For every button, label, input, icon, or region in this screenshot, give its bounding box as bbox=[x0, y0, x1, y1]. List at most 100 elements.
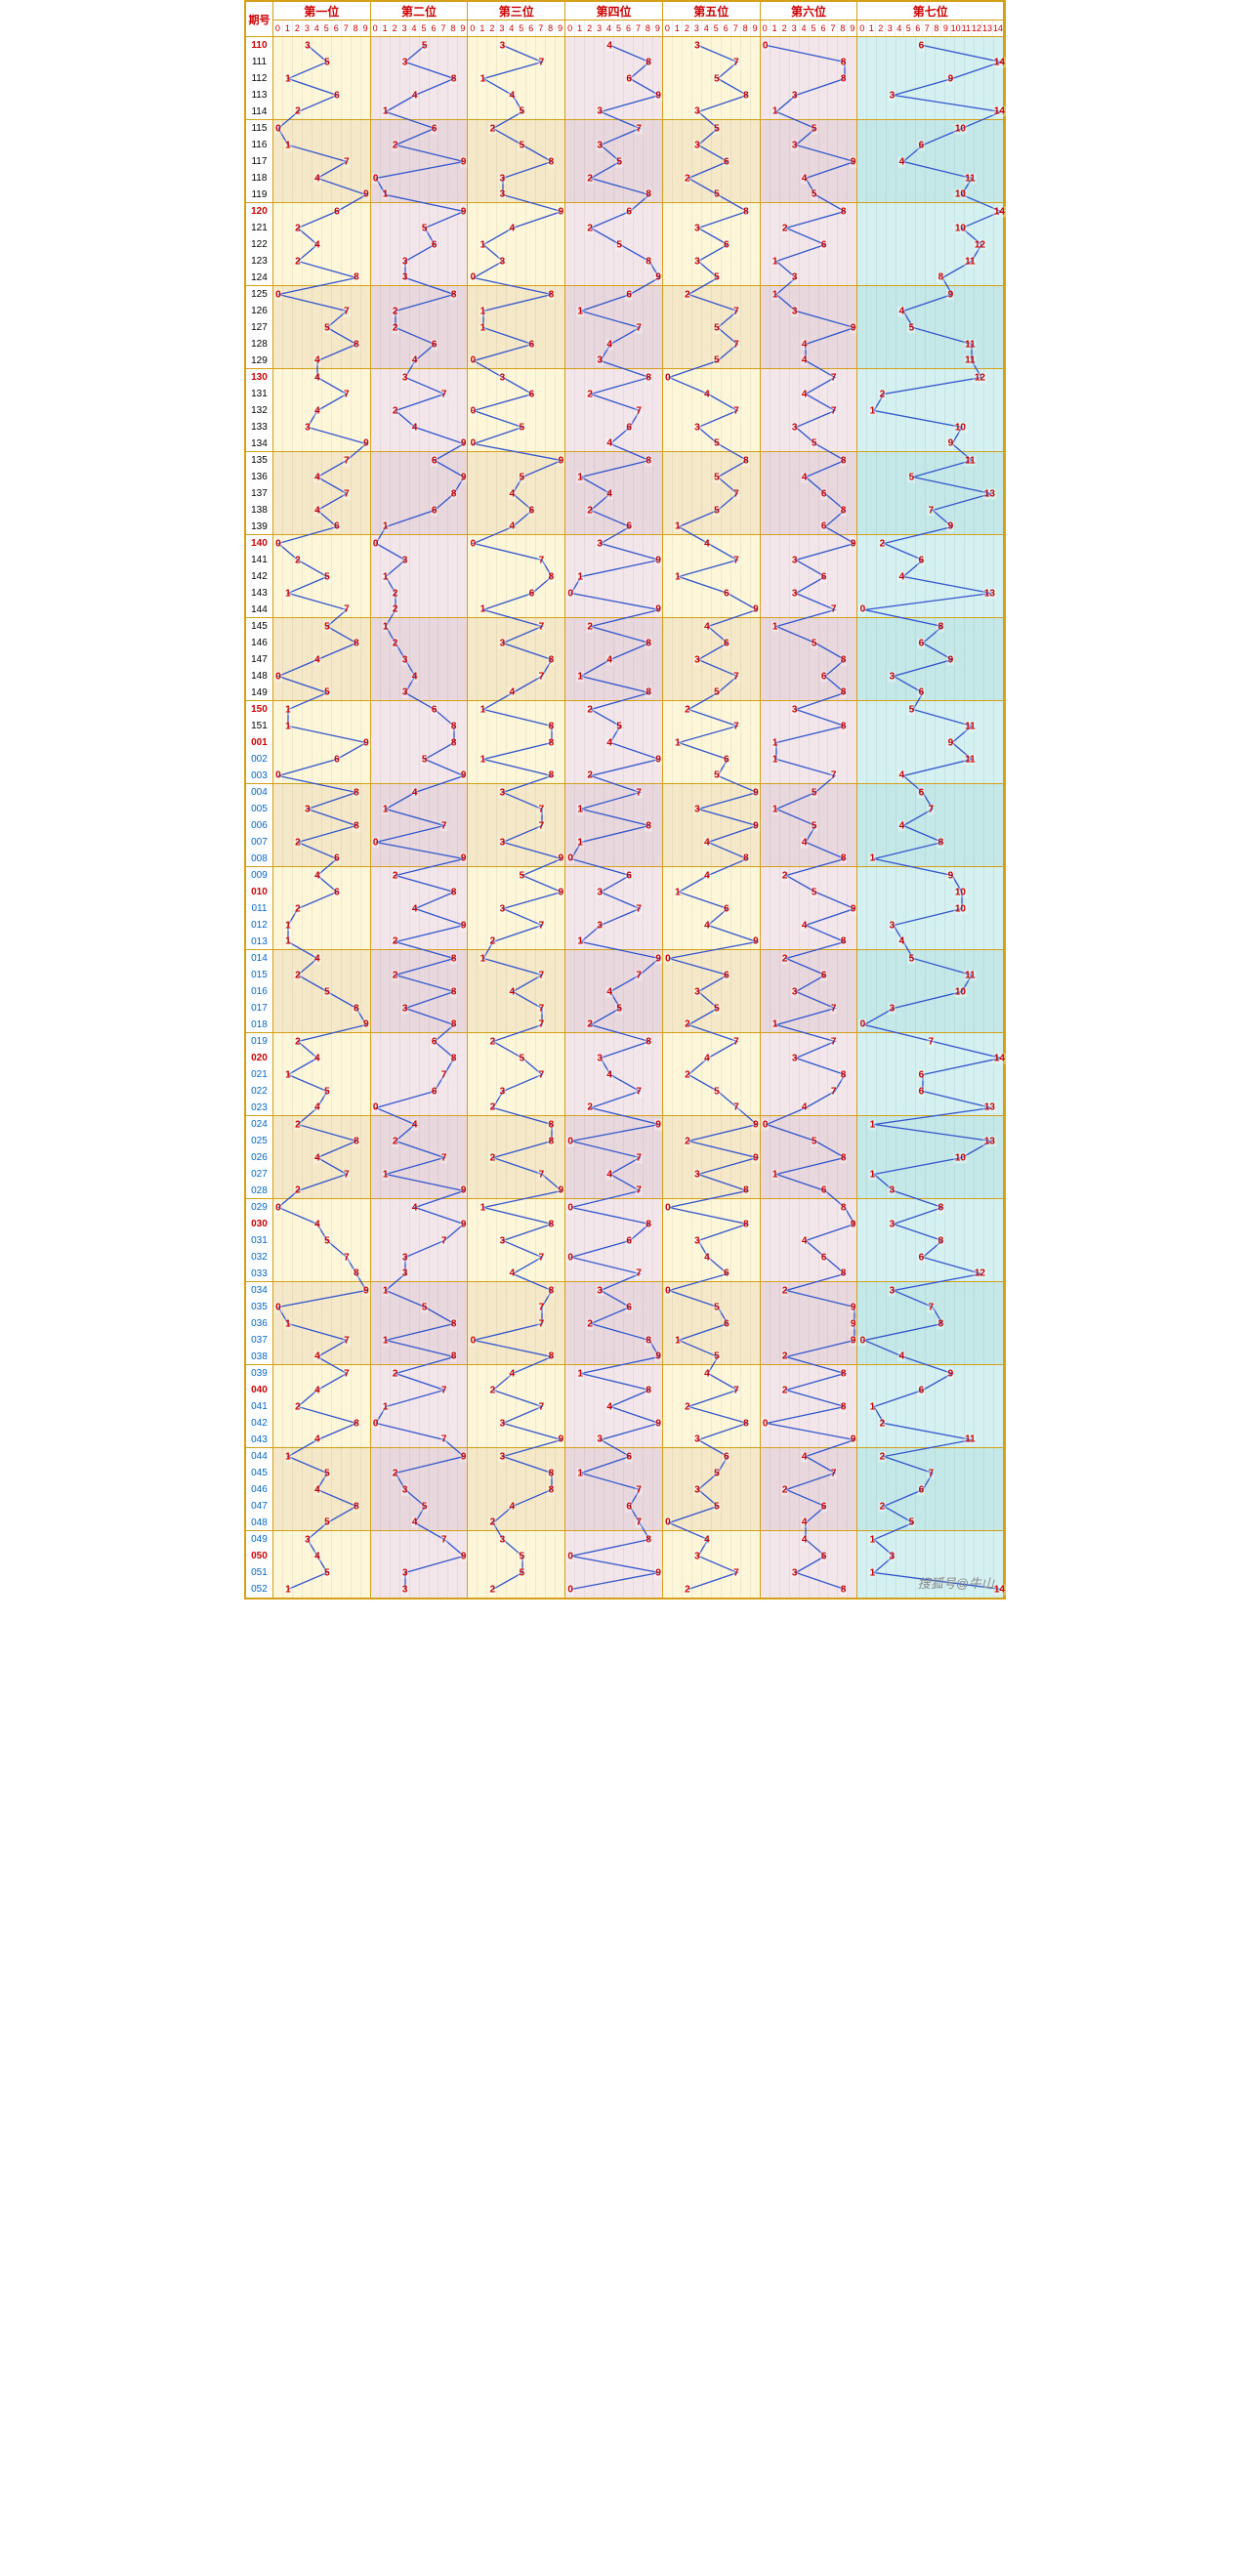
data-point: 3 bbox=[596, 538, 604, 549]
chart-row: 13043380712 bbox=[246, 369, 1004, 386]
data-point: 6 bbox=[918, 140, 926, 150]
position-cell: 2 bbox=[371, 1133, 469, 1149]
position-cell: 8 bbox=[468, 651, 565, 668]
position-cell: 0 bbox=[663, 369, 761, 386]
position-cell: 2 bbox=[761, 950, 858, 967]
position-cell: 5 bbox=[663, 1083, 761, 1100]
position-cell: 8 bbox=[468, 1282, 565, 1299]
position-cell: 8 bbox=[761, 718, 858, 734]
data-point: 1 bbox=[382, 804, 390, 814]
position-cell: 6 bbox=[273, 751, 371, 768]
position-cell: 1 bbox=[857, 851, 1004, 866]
position-cell: 9 bbox=[371, 1548, 469, 1564]
data-point: 6 bbox=[918, 1252, 926, 1263]
position-cell: 6 bbox=[371, 120, 469, 137]
data-point: 6 bbox=[918, 555, 926, 565]
data-point: 3 bbox=[693, 106, 701, 117]
data-point: 8 bbox=[450, 1318, 458, 1329]
data-point: 1 bbox=[284, 588, 292, 599]
data-point: 2 bbox=[294, 970, 302, 980]
data-point: 0 bbox=[470, 438, 478, 449]
position-cell: 1 bbox=[273, 1315, 371, 1332]
data-point: 5 bbox=[908, 953, 916, 964]
data-point: 5 bbox=[615, 1003, 623, 1014]
data-point: 3 bbox=[791, 588, 799, 599]
data-point: 6 bbox=[723, 970, 730, 980]
data-point: 2 bbox=[879, 1418, 887, 1429]
data-point: 4 bbox=[801, 920, 809, 931]
period-id: 019 bbox=[246, 1033, 273, 1050]
position-cell: 9 bbox=[761, 535, 858, 552]
position-cell: 7 bbox=[468, 801, 565, 817]
data-point: 7 bbox=[343, 488, 351, 499]
data-point: 7 bbox=[343, 1169, 351, 1180]
data-point: 12 bbox=[974, 1268, 986, 1279]
position-cell: 4 bbox=[565, 983, 663, 1000]
data-point: 7 bbox=[538, 970, 546, 980]
period-id: 045 bbox=[246, 1465, 273, 1481]
data-point: 5 bbox=[519, 472, 526, 482]
period-id: 033 bbox=[246, 1266, 273, 1281]
position-cell: 3 bbox=[761, 585, 858, 602]
data-point: 5 bbox=[519, 1053, 526, 1063]
period-id: 119 bbox=[246, 187, 273, 202]
position-cell: 4 bbox=[857, 934, 1004, 949]
position-cell: 8 bbox=[761, 934, 858, 949]
data-point: 4 bbox=[898, 571, 906, 582]
position-cell: 3 bbox=[468, 635, 565, 651]
data-point: 8 bbox=[548, 770, 556, 781]
data-point: 6 bbox=[431, 123, 438, 134]
data-point: 8 bbox=[450, 1351, 458, 1362]
position-cell: 8 bbox=[565, 1332, 663, 1349]
data-point: 6 bbox=[528, 505, 536, 516]
chart-row: 0455281577 bbox=[246, 1465, 1004, 1481]
position-cell: 1 bbox=[565, 303, 663, 319]
data-point: 6 bbox=[723, 1318, 730, 1329]
position-cell: 8 bbox=[857, 1232, 1004, 1249]
position-cell: 0 bbox=[273, 768, 371, 783]
position-cell: 9 bbox=[468, 452, 565, 469]
data-point: 4 bbox=[898, 1351, 906, 1362]
period-id: 024 bbox=[246, 1116, 273, 1133]
data-point: 6 bbox=[918, 1069, 926, 1080]
data-point: 9 bbox=[460, 1185, 468, 1196]
position-cell: 5 bbox=[761, 884, 858, 900]
period-id: 137 bbox=[246, 485, 273, 502]
data-point: 9 bbox=[362, 1019, 370, 1030]
position-column-labels: 0123456789 bbox=[468, 21, 564, 36]
chart-row: 0242489901 bbox=[246, 1116, 1004, 1133]
data-point: 5 bbox=[421, 40, 429, 51]
position-cell: 2 bbox=[468, 1149, 565, 1166]
data-point: 4 bbox=[509, 1368, 517, 1379]
data-point: 4 bbox=[605, 488, 613, 499]
position-cell: 2 bbox=[565, 502, 663, 519]
period-id: 027 bbox=[246, 1166, 273, 1183]
period-id: 039 bbox=[246, 1365, 273, 1382]
data-point: 5 bbox=[908, 322, 916, 333]
data-point: 8 bbox=[840, 687, 848, 698]
data-point: 3 bbox=[693, 804, 701, 814]
position-cell: 3 bbox=[857, 1282, 1004, 1299]
data-point: 8 bbox=[645, 1219, 652, 1229]
data-point: 4 bbox=[313, 173, 321, 184]
data-point: 5 bbox=[615, 239, 623, 250]
position-title: 第三位 bbox=[468, 2, 564, 21]
period-id: 011 bbox=[246, 900, 273, 917]
position-cell: 8 bbox=[273, 1133, 371, 1149]
data-point: 9 bbox=[460, 770, 468, 781]
position-cell: 3 bbox=[663, 1432, 761, 1447]
period-id: 111 bbox=[246, 54, 273, 70]
position-cell: 4 bbox=[371, 784, 469, 801]
data-point: 5 bbox=[421, 1501, 429, 1512]
chart-row: 0192628777 bbox=[246, 1033, 1004, 1050]
data-point: 5 bbox=[713, 472, 721, 482]
data-point: 2 bbox=[392, 604, 399, 615]
position-cell: 1 bbox=[273, 718, 371, 734]
chart-row: 01124376910 bbox=[246, 900, 1004, 917]
data-point: 7 bbox=[538, 1302, 546, 1312]
period-id: 038 bbox=[246, 1349, 273, 1364]
position-cell: 9 bbox=[565, 87, 663, 104]
position-cell: 1 bbox=[565, 1465, 663, 1481]
position-cell: 4 bbox=[663, 834, 761, 851]
period-id: 148 bbox=[246, 668, 273, 685]
